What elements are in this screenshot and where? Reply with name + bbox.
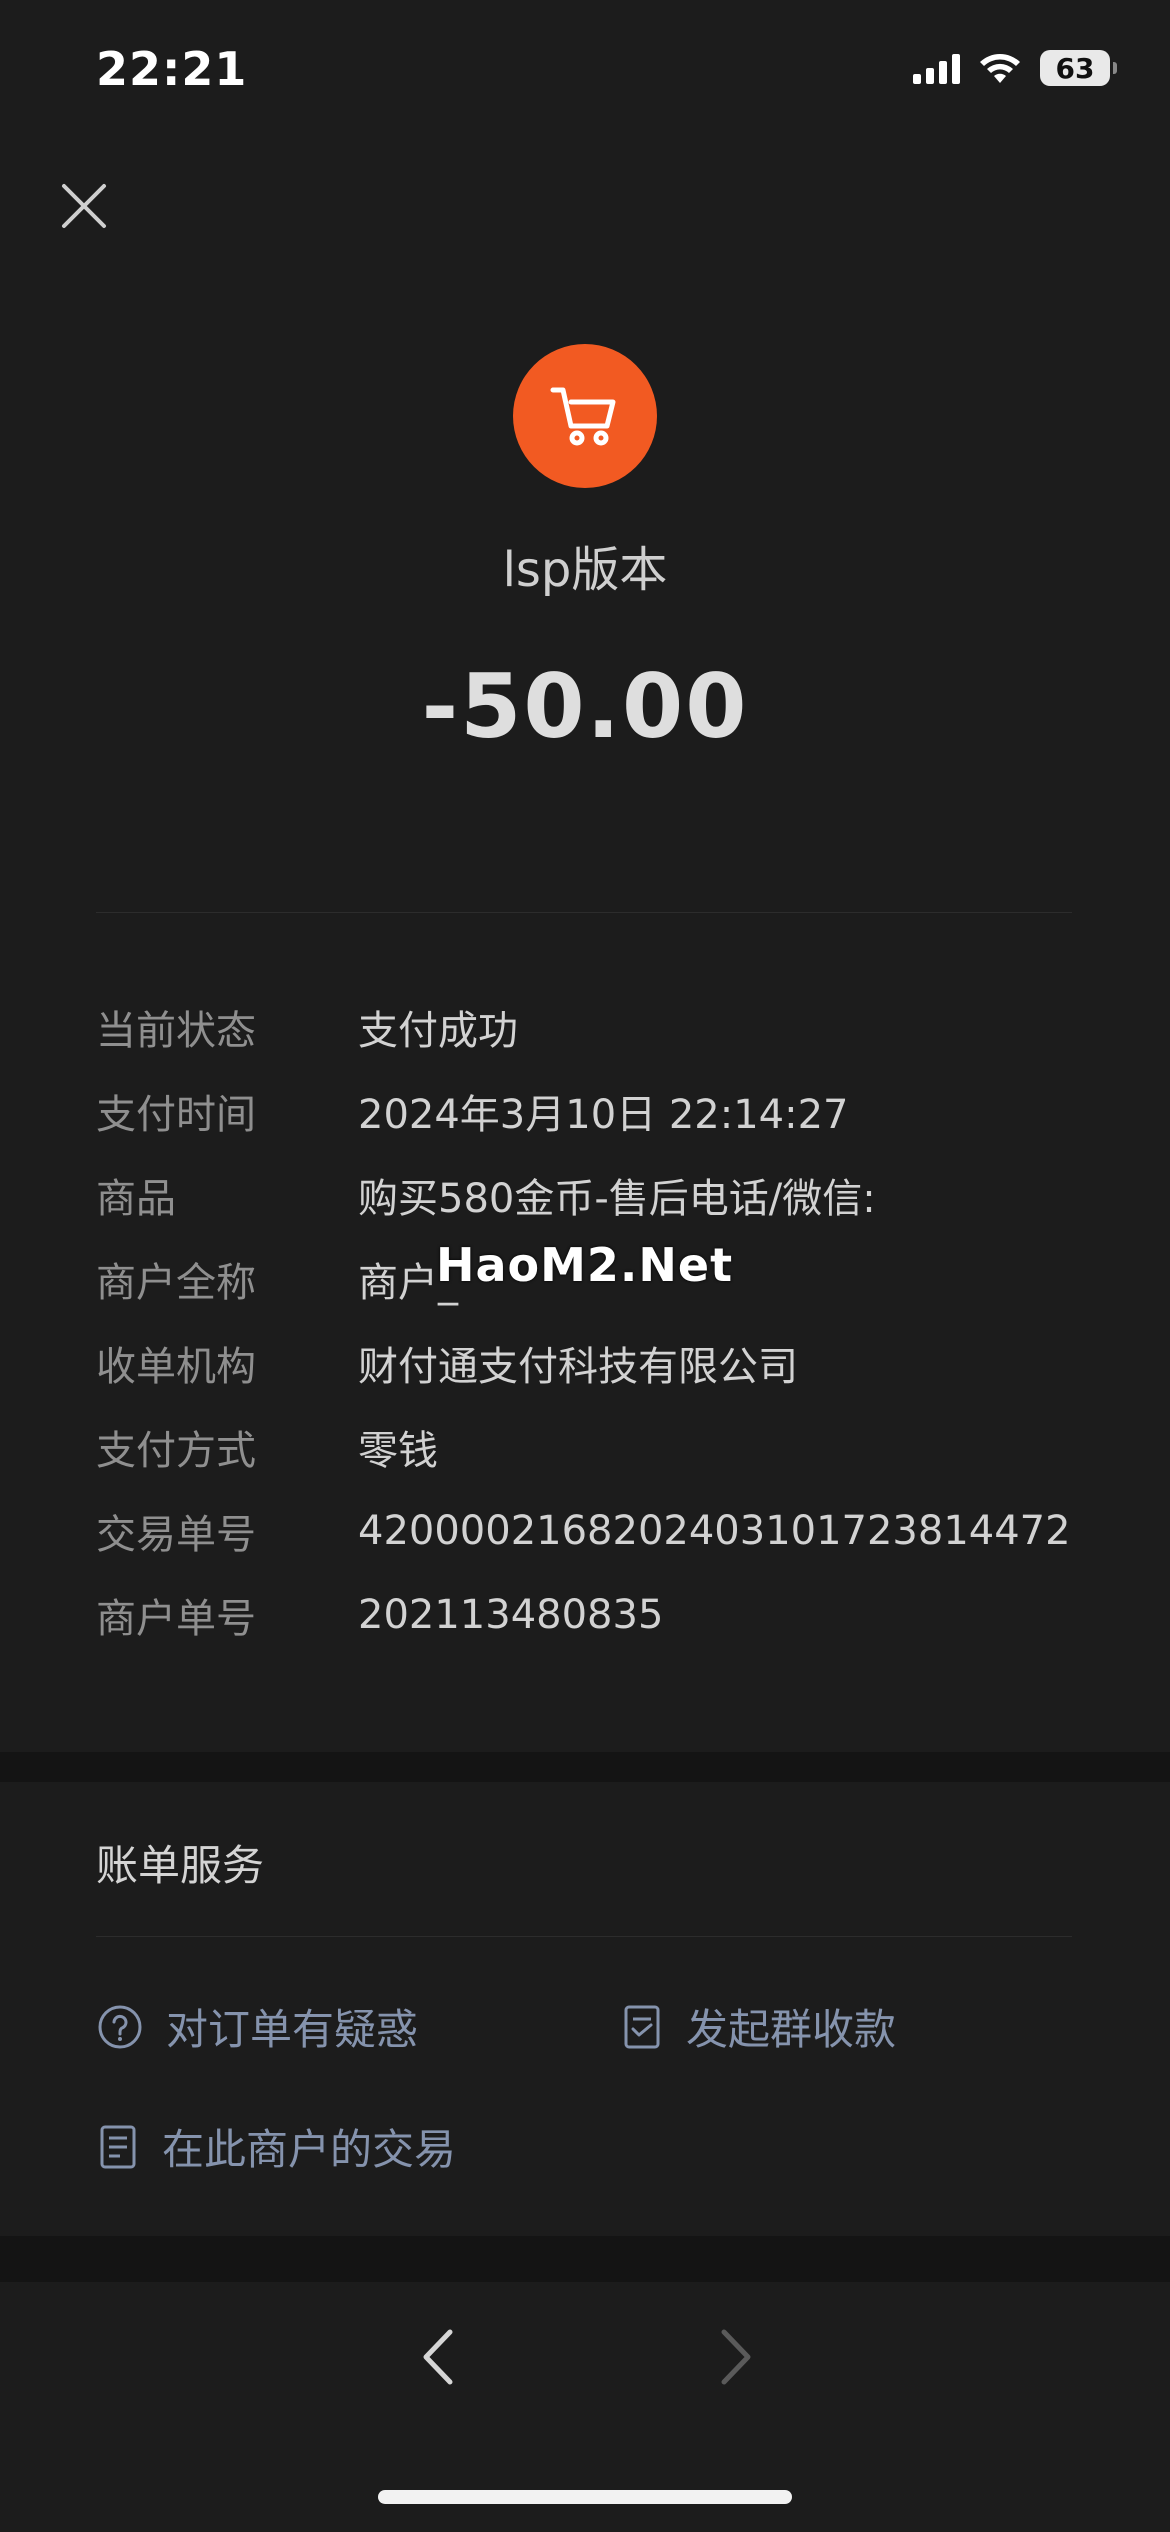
payment-amount: -50.00 [421, 655, 749, 758]
chevron-right-icon [721, 2329, 751, 2385]
services-title: 账单服务 [96, 1841, 265, 1890]
detail-label: 支付时间 [96, 1092, 256, 1138]
merchant-name: lsp版本 [502, 542, 668, 598]
watermark: HaoM2.Net [436, 1238, 734, 1292]
detail-value: 零钱 [358, 1428, 438, 1474]
detail-row-transaction-id: 交易单号 4200002168202403101723814472 [96, 1489, 1096, 1573]
service-label: 发起群收款 [686, 2005, 897, 2054]
detail-label: 当前状态 [96, 1008, 256, 1054]
detail-label: 商户单号 [96, 1596, 256, 1642]
detail-value: 购买580金币-售后电话/微信: [358, 1176, 876, 1222]
merchant-transactions-link[interactable]: 在此商户的交易 [96, 2116, 456, 2177]
section-separator [0, 2236, 1170, 2282]
status-time: 22:21 [96, 42, 248, 96]
detail-value: 财付通支付科技有限公司 [358, 1344, 798, 1390]
detail-value[interactable]: 202113480835 [358, 1592, 663, 1638]
detail-row-product: 商品 购买580金币-售后电话/微信: [96, 1153, 1096, 1237]
status-indicators: 63 [913, 50, 1117, 86]
forward-button[interactable] [706, 2322, 766, 2392]
detail-label: 商品 [96, 1176, 176, 1222]
divider [96, 912, 1072, 913]
list-document-icon [100, 2125, 136, 2168]
order-question-link[interactable]: 对订单有疑惑 [96, 1996, 418, 2057]
signal-icon [913, 52, 960, 84]
detail-value: 2024年3月10日 22:14:27 [358, 1092, 849, 1138]
payment-details: 当前状态 支付成功 支付时间 2024年3月10日 22:14:27 商品 购买… [96, 985, 1096, 1657]
detail-label: 支付方式 [96, 1428, 256, 1474]
section-separator [0, 1752, 1170, 1782]
service-label: 对订单有疑惑 [166, 2005, 419, 2054]
merchant-avatar [513, 344, 657, 488]
divider [96, 1936, 1072, 1937]
detail-label: 交易单号 [96, 1512, 256, 1558]
detail-row-acquirer: 收单机构 财付通支付科技有限公司 [96, 1321, 1096, 1405]
detail-row-time: 支付时间 2024年3月10日 22:14:27 [96, 1069, 1096, 1153]
back-button[interactable] [408, 2322, 468, 2392]
detail-row-status: 当前状态 支付成功 [96, 985, 1096, 1069]
chevron-left-icon [423, 2329, 453, 2385]
shopping-cart-icon [550, 387, 616, 446]
group-collection-link[interactable]: 发起群收款 [620, 1996, 896, 2057]
close-button[interactable] [56, 178, 112, 234]
detail-label: 收单机构 [96, 1344, 256, 1390]
detail-label: 商户全称 [96, 1260, 256, 1306]
question-circle-icon [98, 2005, 142, 2048]
detail-row-payment-method: 支付方式 零钱 [96, 1405, 1096, 1489]
detail-value[interactable]: 4200002168202403101723814472 [358, 1508, 1071, 1554]
detail-row-merchant-order-id: 商户单号 202113480835 [96, 1573, 1096, 1657]
battery-icon: 63 [1040, 50, 1117, 86]
status-bar: 22:21 63 [0, 0, 1170, 150]
home-indicator[interactable] [378, 2490, 792, 2504]
service-label: 在此商户的交易 [162, 2125, 457, 2174]
battery-level: 63 [1055, 51, 1095, 85]
wifi-icon [978, 51, 1022, 85]
detail-value: 支付成功 [358, 1008, 518, 1054]
document-icon [624, 2005, 660, 2048]
close-icon [62, 184, 106, 228]
